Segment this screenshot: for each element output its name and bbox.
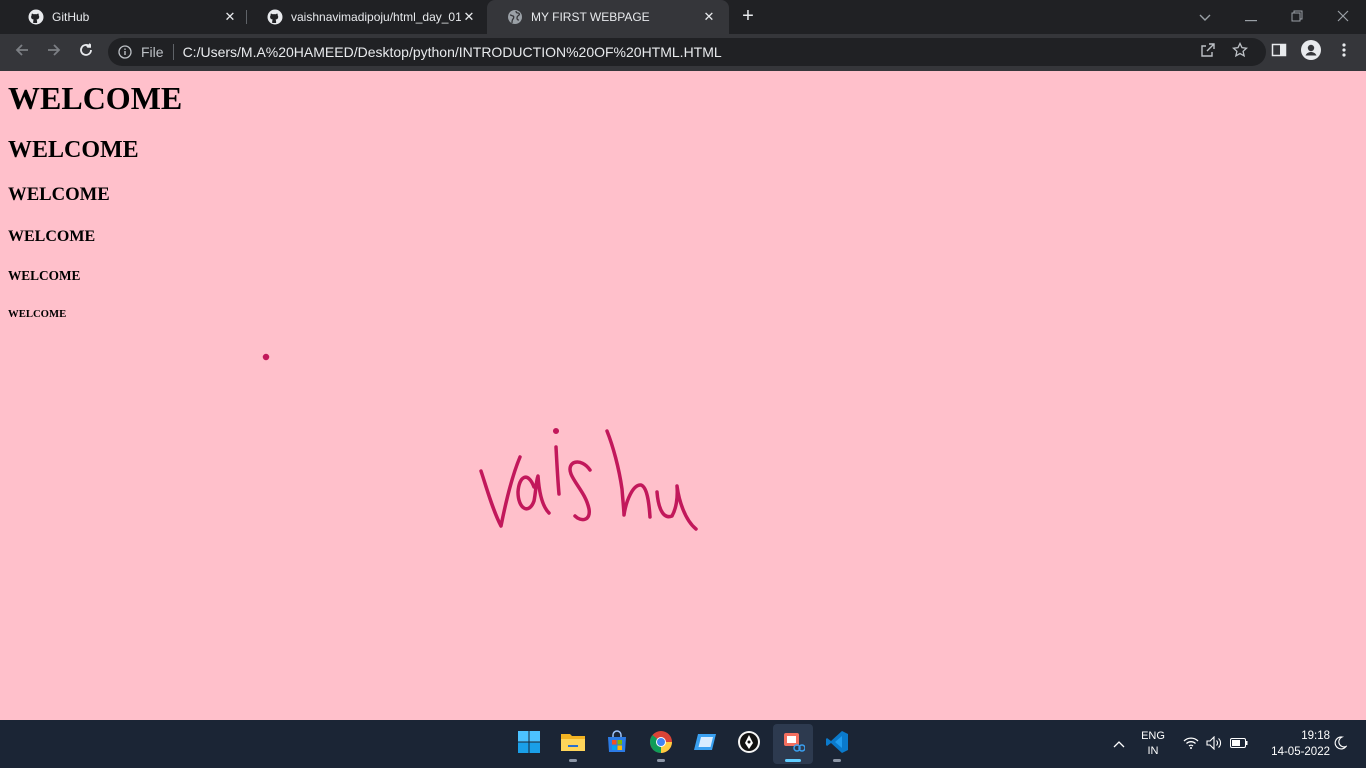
tab-search-button[interactable] xyxy=(1182,0,1228,34)
wifi-icon xyxy=(1183,736,1199,752)
clock[interactable]: 19:18 14-05-2022 xyxy=(1254,728,1330,760)
running-indicator xyxy=(569,759,577,762)
info-icon[interactable] xyxy=(118,45,132,59)
github-icon xyxy=(28,9,44,25)
tab-my-first-webpage[interactable]: MY FIRST WEBPAGE ✕ xyxy=(487,0,729,34)
webpage-content: WELCOME WELCOME WELCOME WELCOME WELCOME … xyxy=(0,71,1366,720)
tab-github[interactable]: GitHub ✕ xyxy=(8,0,250,34)
side-panel-button[interactable] xyxy=(1269,42,1289,62)
address-bar[interactable]: File C:/Users/M.A%20HAMEED/Desktop/pytho… xyxy=(108,38,1266,66)
moon-icon xyxy=(1333,735,1348,753)
clock-date: 14-05-2022 xyxy=(1271,746,1330,758)
divider xyxy=(172,44,174,60)
minimize-icon xyxy=(1245,9,1257,25)
tab-html-day-01[interactable]: vaishnavimadipoju/html_day_01 ✕ xyxy=(247,0,489,34)
scheme-label: File xyxy=(141,44,164,60)
side-panel-icon xyxy=(1271,42,1287,63)
language-region: IN xyxy=(1147,745,1159,757)
running-indicator xyxy=(833,759,841,762)
url-text[interactable]: C:/Users/M.A%20HAMEED/Desktop/python/INT… xyxy=(183,44,722,60)
taskbar-microsoft-store[interactable] xyxy=(597,724,637,764)
pen-app-icon xyxy=(737,730,761,759)
microsoft-store-icon xyxy=(605,729,629,759)
tab-strip: GitHub ✕ vaishnavimadipoju/html_day_01 ✕… xyxy=(0,0,1366,34)
windows-start-icon xyxy=(517,730,541,759)
restore-icon xyxy=(1291,9,1303,25)
share-button[interactable] xyxy=(1198,42,1218,62)
language-code: ENG xyxy=(1141,730,1165,742)
tab-title: GitHub xyxy=(52,10,90,24)
avatar-icon xyxy=(1301,39,1321,65)
language-indicator[interactable]: ENG IN xyxy=(1137,729,1169,759)
tab-title: MY FIRST WEBPAGE xyxy=(531,10,650,24)
browser-toolbar: File C:/Users/M.A%20HAMEED/Desktop/pytho… xyxy=(0,34,1366,71)
close-icon xyxy=(1337,9,1349,25)
taskbar: ENG IN 19:18 14-05-2022 xyxy=(0,720,1366,768)
close-icon[interactable]: ✕ xyxy=(701,9,717,25)
menu-button[interactable] xyxy=(1334,42,1354,62)
volume-status[interactable] xyxy=(1204,720,1224,768)
close-window-button[interactable] xyxy=(1320,0,1366,34)
arrow-right-icon xyxy=(46,42,62,63)
start-button[interactable] xyxy=(509,724,549,764)
taskbar-snipping-tool[interactable] xyxy=(773,724,813,764)
taskbar-pen-app[interactable] xyxy=(729,724,769,764)
chevron-down-icon xyxy=(1199,9,1211,25)
reload-icon xyxy=(78,42,94,63)
globe-icon xyxy=(507,9,523,25)
running-indicator xyxy=(657,759,665,762)
arrow-left-icon xyxy=(14,42,30,63)
taskbar-vscode[interactable] xyxy=(817,724,857,764)
tab-title: vaishnavimadipoju/html_day_01 xyxy=(291,10,461,24)
restore-button[interactable] xyxy=(1274,0,1320,34)
clock-time: 19:18 xyxy=(1301,730,1330,742)
close-icon[interactable]: ✕ xyxy=(461,9,477,25)
file-explorer-icon xyxy=(560,731,586,758)
chrome-icon xyxy=(649,730,673,759)
forward-button[interactable] xyxy=(40,38,68,66)
github-icon xyxy=(267,9,283,25)
star-icon xyxy=(1232,41,1248,63)
taskbar-chrome[interactable] xyxy=(641,724,681,764)
chevron-up-icon xyxy=(1113,737,1125,751)
profile-button[interactable] xyxy=(1301,39,1321,65)
share-icon xyxy=(1200,42,1216,63)
minimize-button[interactable] xyxy=(1228,0,1274,34)
focus-assist-button[interactable] xyxy=(1330,720,1350,768)
reload-button[interactable] xyxy=(72,38,100,66)
snipping-tool-icon xyxy=(781,730,806,759)
active-indicator xyxy=(785,759,801,762)
show-hidden-icons-button[interactable] xyxy=(1108,720,1130,768)
handwritten-signature xyxy=(262,353,698,531)
speaker-icon xyxy=(1206,735,1222,753)
wifi-status[interactable] xyxy=(1181,720,1201,768)
battery-status[interactable] xyxy=(1228,720,1250,768)
new-tab-button[interactable]: + xyxy=(736,5,760,29)
app-icon xyxy=(693,732,717,757)
taskbar-file-explorer[interactable] xyxy=(553,724,593,764)
battery-icon xyxy=(1230,737,1248,751)
more-vert-icon xyxy=(1342,42,1346,63)
vscode-icon xyxy=(825,730,849,759)
bookmark-button[interactable] xyxy=(1230,41,1250,63)
taskbar-app[interactable] xyxy=(685,724,725,764)
back-button[interactable] xyxy=(8,38,36,66)
close-icon[interactable]: ✕ xyxy=(222,9,238,25)
